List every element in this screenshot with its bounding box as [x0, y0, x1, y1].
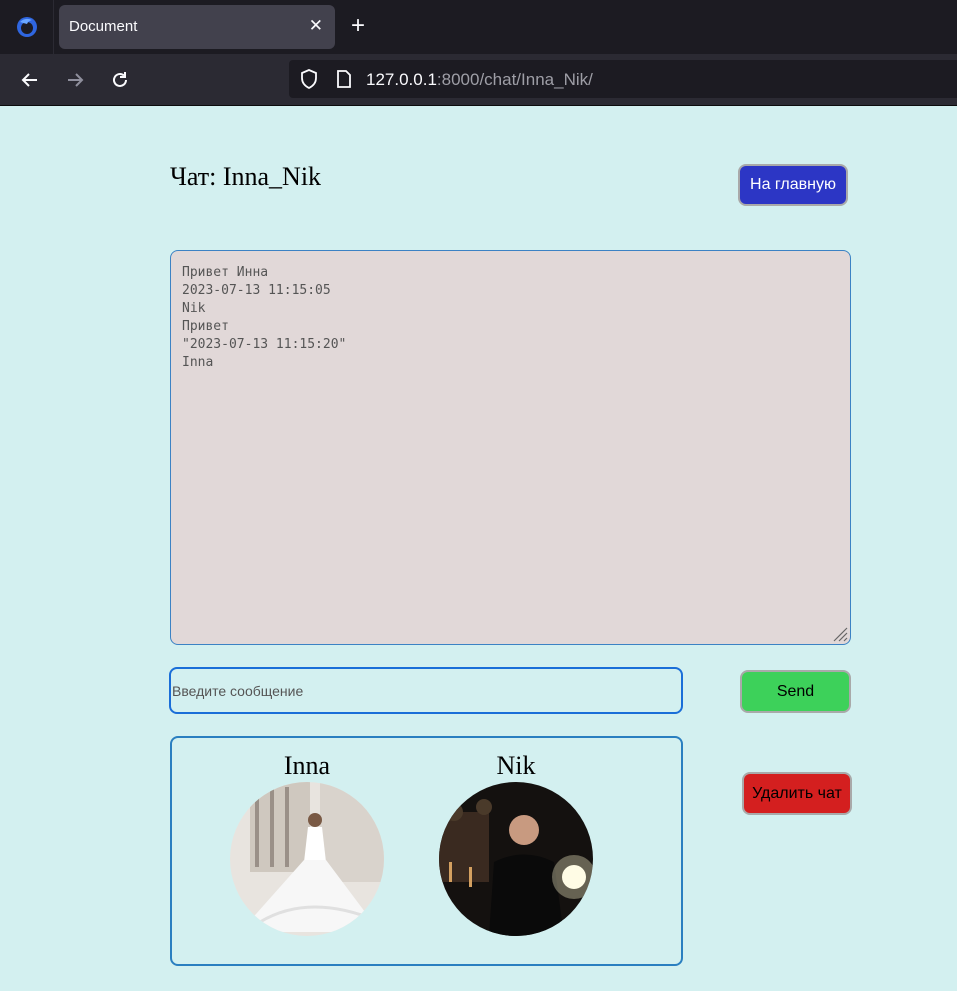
tab-title: Document [69, 18, 138, 35]
message-input[interactable] [169, 667, 683, 714]
reload-icon[interactable] [106, 66, 134, 94]
browser-nav-bar: 127.0.0.1:8000/chat/Inna_Nik/ [0, 54, 957, 106]
url-text[interactable]: 127.0.0.1:8000/chat/Inna_Nik/ [366, 70, 593, 90]
send-button[interactable]: Send [740, 670, 851, 713]
browser-tab-bar: Document ✕ + [0, 0, 957, 54]
url-path: :8000/chat/Inna_Nik/ [436, 70, 593, 89]
avatar [439, 782, 593, 936]
forward-arrow-icon[interactable] [61, 66, 89, 94]
close-icon[interactable]: ✕ [309, 16, 323, 36]
firefox-logo-icon[interactable] [0, 0, 54, 54]
member-card-nik: Nik [436, 750, 596, 936]
back-arrow-icon[interactable] [16, 66, 44, 94]
browser-tab[interactable]: Document ✕ [59, 5, 335, 49]
resize-grip-icon[interactable] [830, 624, 848, 647]
address-bar[interactable]: 127.0.0.1:8000/chat/Inna_Nik/ [289, 60, 957, 98]
new-tab-icon[interactable]: + [351, 13, 365, 39]
member-card-inna: Inna [227, 750, 387, 936]
avatar [230, 782, 384, 936]
home-button[interactable]: На главную [738, 164, 848, 206]
page-title: Чат: Inna_Nik [170, 162, 322, 191]
member-name: Inna [283, 751, 331, 780]
shield-icon[interactable] [300, 69, 318, 94]
url-host: 127.0.0.1 [366, 70, 437, 89]
members-panel: Inna Nik [170, 736, 683, 966]
page-icon [336, 70, 352, 93]
chat-log-textarea[interactable]: Привет Инна 2023-07-13 11:15:05 Nik Прив… [170, 250, 851, 645]
delete-chat-button[interactable]: Удалить чат [742, 772, 852, 815]
member-name: Nik [496, 751, 536, 780]
